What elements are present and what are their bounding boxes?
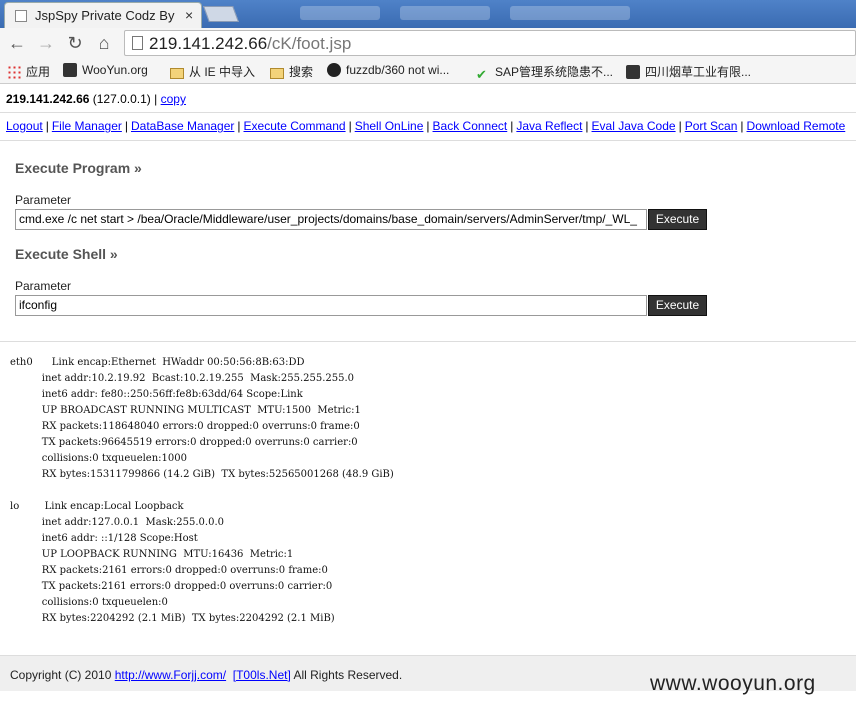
- nav-shell-online[interactable]: Shell OnLine: [355, 119, 424, 133]
- url-path: /cK/foot.jsp: [267, 34, 352, 53]
- output-line: collisions:0 txqueuelen:0: [10, 597, 168, 608]
- copyright-suffix: All Rights Reserved.: [293, 668, 403, 682]
- output-line: RX bytes:15311799866 (14.2 GiB) TX bytes…: [10, 469, 394, 480]
- program-param-label: Parameter: [15, 193, 72, 207]
- bookmark-label: 搜索: [289, 65, 314, 79]
- output-line: inet6 addr: ::1/128 Scope:Host: [10, 533, 198, 544]
- forward-arrow-icon[interactable]: →: [35, 32, 57, 54]
- tab-title: JspSpy Private Codz By: [35, 8, 175, 23]
- back-arrow-icon[interactable]: ←: [6, 32, 28, 54]
- local-ip: (127.0.0.1): [92, 92, 151, 106]
- home-icon[interactable]: ⌂: [93, 32, 115, 54]
- divider: [0, 140, 856, 141]
- bookmark-label: 应用: [26, 65, 51, 79]
- close-tab-icon[interactable]: ×: [185, 7, 193, 23]
- nav-back-connect[interactable]: Back Connect: [433, 119, 508, 133]
- t00ls-link[interactable]: [T00ls.Net]: [233, 668, 291, 682]
- output-line: UP BROADCAST RUNNING MULTICAST MTU:1500 …: [10, 405, 361, 416]
- address-bar[interactable]: 219.141.242.66/cK/foot.jsp: [124, 30, 856, 56]
- blurred-tab: [300, 6, 380, 20]
- bookmark-ie-import[interactable]: 从 IE 中导入: [170, 63, 255, 80]
- page-favicon-icon: [15, 10, 27, 22]
- host-ip: 219.141.242.66: [6, 92, 90, 106]
- execute-shell-button[interactable]: Execute: [648, 295, 707, 316]
- bookmark-sichuan[interactable]: 四川烟草工业有限...: [626, 63, 751, 80]
- page-icon: [132, 36, 143, 50]
- output-line: RX bytes:2204292 (2.1 MiB) TX bytes:2204…: [10, 613, 335, 624]
- nav-java-reflect[interactable]: Java Reflect: [516, 119, 582, 133]
- new-tab-button[interactable]: [203, 6, 239, 22]
- check-icon: ✔: [476, 67, 487, 82]
- blurred-tab: [400, 6, 490, 20]
- apps-grid-icon: [7, 65, 21, 79]
- copyright-prefix: Copyright (C) 2010: [10, 668, 112, 682]
- output-line: collisions:0 txqueuelen:1000: [10, 453, 187, 464]
- output-line: inet6 addr: fe80::250:56ff:fe8b:63dd/64 …: [10, 389, 303, 400]
- nav-port-scan[interactable]: Port Scan: [685, 119, 738, 133]
- command-output: eth0 Link encap:Ethernet HWaddr 00:50:56…: [10, 355, 394, 627]
- url-host: 219.141.242.66: [149, 34, 268, 53]
- wooyun-icon: [626, 65, 640, 79]
- nav-download-remote[interactable]: Download Remote: [747, 119, 846, 133]
- bookmark-search[interactable]: 搜索: [270, 63, 313, 80]
- execute-program-button[interactable]: Execute: [648, 209, 707, 230]
- folder-icon: [270, 68, 284, 79]
- nav-execute-command[interactable]: Execute Command: [244, 119, 346, 133]
- output-line: eth0 Link encap:Ethernet HWaddr 00:50:56…: [10, 357, 305, 368]
- divider: [0, 112, 856, 113]
- output-line: inet addr:127.0.0.1 Mask:255.0.0.0: [10, 517, 224, 528]
- nav-database-manager[interactable]: DataBase Manager: [131, 119, 234, 133]
- output-line: TX packets:96645519 errors:0 dropped:0 o…: [10, 437, 358, 448]
- blurred-tab: [510, 6, 630, 20]
- separator: |: [154, 92, 158, 106]
- output-line: RX packets:118648040 errors:0 dropped:0 …: [10, 421, 360, 432]
- wooyun-icon: [63, 63, 77, 77]
- bookmark-label: 从 IE 中导入: [189, 65, 256, 79]
- bookmark-label: SAP管理系统隐患不...: [495, 65, 614, 79]
- host-info: 219.141.242.66 (127.0.0.1) | copy: [6, 92, 186, 106]
- bookmark-label: fuzzdb/360 not wi...: [346, 63, 450, 77]
- folder-icon: [170, 68, 184, 79]
- bookmark-wooyun[interactable]: WooYun.org: [63, 63, 148, 77]
- output-line: UP LOOPBACK RUNNING MTU:16436 Metric:1: [10, 549, 294, 560]
- output-line: lo Link encap:Local Loopback: [10, 501, 184, 512]
- output-line: RX packets:2161 errors:0 dropped:0 overr…: [10, 565, 328, 576]
- bookmark-apps[interactable]: 应用: [7, 63, 50, 80]
- reload-icon[interactable]: ↻: [64, 32, 86, 54]
- bookmark-sap[interactable]: ✔ SAP管理系统隐患不...: [476, 63, 613, 82]
- shell-param-label: Parameter: [15, 279, 72, 293]
- nav-file-manager[interactable]: File Manager: [52, 119, 122, 133]
- execute-program-title: Execute Program »: [15, 160, 142, 176]
- output-line: TX packets:2161 errors:0 dropped:0 overr…: [10, 581, 333, 592]
- nav-logout[interactable]: Logout: [6, 119, 43, 133]
- bookmark-label: WooYun.org: [82, 63, 148, 77]
- execute-shell-title: Execute Shell »: [15, 246, 118, 262]
- tab-strip: JspSpy Private Codz By ×: [0, 0, 856, 28]
- watermark: www.wooyun.org: [650, 672, 816, 695]
- bookmarks-bar: 应用 WooYun.org 从 IE 中导入 搜索 fuzzdb/360 not…: [0, 58, 856, 84]
- github-icon: [327, 63, 341, 77]
- bookmark-fuzzdb[interactable]: fuzzdb/360 not wi...: [327, 63, 449, 77]
- copyright-text: Copyright (C) 2010 http://www.Forjj.com/…: [10, 668, 402, 682]
- output-line: inet addr:10.2.19.92 Bcast:10.2.19.255 M…: [10, 373, 355, 384]
- copy-link[interactable]: copy: [161, 92, 186, 106]
- shell-param-input[interactable]: ifconfig: [15, 295, 647, 316]
- divider: [0, 341, 856, 342]
- jspspy-nav: Logout | File Manager | DataBase Manager | Exe…: [6, 119, 846, 133]
- nav-eval-java-code[interactable]: Eval Java Code: [592, 119, 676, 133]
- url-text: 219.141.242.66/cK/foot.jsp: [149, 34, 351, 54]
- bookmark-label: 四川烟草工业有限...: [645, 65, 752, 79]
- browser-toolbar: ← → ↻ ⌂ 219.141.242.66/cK/foot.jsp: [0, 28, 856, 58]
- program-param-input[interactable]: cmd.exe /c net start > /bea/Oracle/Middl…: [15, 209, 647, 230]
- forjj-link[interactable]: http://www.Forjj.com/: [115, 668, 226, 682]
- browser-tab[interactable]: JspSpy Private Codz By ×: [4, 2, 202, 28]
